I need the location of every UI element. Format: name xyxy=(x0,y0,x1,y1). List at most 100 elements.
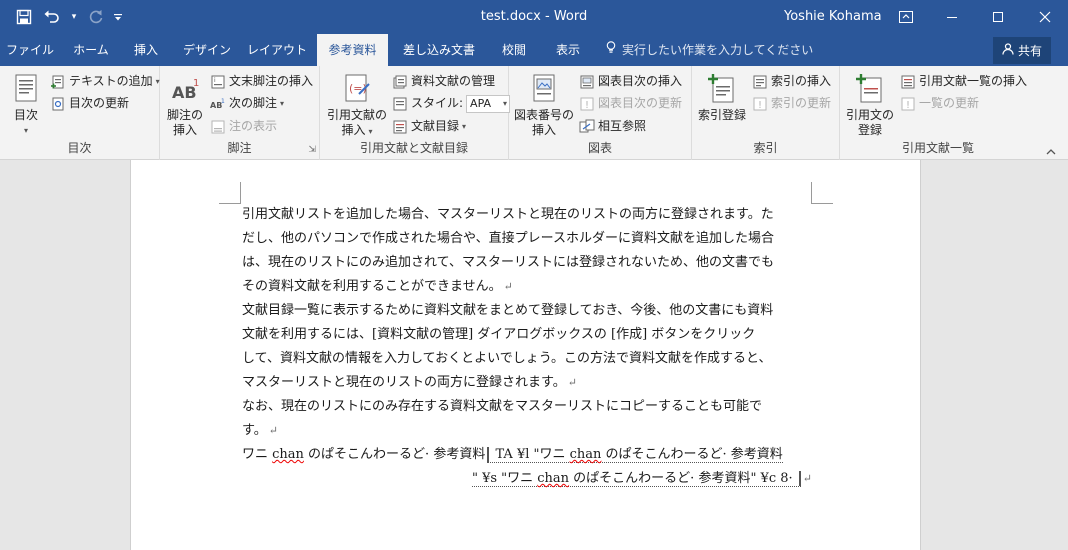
style-label: スタイル: xyxy=(411,96,464,110)
insert-tof-label: 図表目次の挿入 xyxy=(598,74,683,88)
line: 引用文献リストを追加した場合、マスターリストと現在のリストの両方に登録されます。… xyxy=(242,207,774,222)
field-code-text: のぱそこんわーるど· 参考資料 xyxy=(601,447,783,462)
cross-reference-button[interactable]: 相互参照 xyxy=(579,116,646,137)
line-text: マスターリストと現在のリストの両方に登録されます。 xyxy=(242,375,566,390)
group-footnotes-label: 脚注 xyxy=(227,141,252,155)
group-toc: 目次 ▾ テキストの追加 ▾ 目次の更新 目次 xyxy=(0,66,160,160)
chevron-down-icon: ▾ xyxy=(280,99,285,108)
add-text-button[interactable]: テキストの追加 ▾ xyxy=(50,71,160,92)
style-dropdown[interactable]: APA ▾ xyxy=(466,94,511,113)
cross-reference-label: 相互参照 xyxy=(598,119,647,133)
paragraph-2: 文献目録一覧に表示するために資料文献をまとめて登録しておき、今後、他の文書にも資… xyxy=(242,299,812,395)
tab-design[interactable]: デザイン xyxy=(176,34,238,66)
title-bar: ▾ test.docx - Word Yoshie Kohama xyxy=(0,0,1068,34)
toc-button[interactable]: 目次 ▾ xyxy=(6,72,46,138)
bibliography-icon xyxy=(392,119,408,135)
tab-layout[interactable]: レイアウト xyxy=(244,34,310,66)
mark-entry-icon xyxy=(706,72,738,106)
document-body[interactable]: 引用文献リストを追加した場合、マスターリストと現在のリストの両方に登録されます。… xyxy=(242,203,812,491)
collapse-ribbon-icon[interactable] xyxy=(1046,146,1056,159)
insert-footnote-button[interactable]: AB 1 脚注の 挿入 xyxy=(164,72,206,138)
field-text: のぱそこんわーるど· 参考資料 xyxy=(303,447,486,462)
user-name[interactable]: Yoshie Kohama xyxy=(784,9,882,24)
close-icon[interactable] xyxy=(1022,0,1068,34)
update-table-button[interactable]: ! 図表目次の更新 xyxy=(579,93,682,114)
lightbulb-icon xyxy=(606,34,616,66)
line: 文献を利用するには、[資料文献の管理] ダイアログボックスの [作成] ボタンを… xyxy=(242,327,756,342)
share-button[interactable]: 共有 xyxy=(993,37,1051,64)
bibliography-button[interactable]: 文献目録 ▾ xyxy=(392,116,466,137)
insert-index-button[interactable]: 索引の挿入 xyxy=(752,71,831,92)
tab-references[interactable]: 参考資料 xyxy=(317,34,388,66)
update-toc-button[interactable]: 目次の更新 xyxy=(50,93,129,114)
paragraph-3: なお、現在のリストにのみ存在する資料文献をマスターリストにコピーすることも可能で… xyxy=(242,395,812,443)
tab-review[interactable]: 校閲 xyxy=(490,34,538,66)
insert-citation-label-2-text: 挿入 xyxy=(341,123,366,137)
undo-dropdown-icon[interactable]: ▾ xyxy=(66,6,82,28)
mark-citation-button[interactable]: 引用文の 登録 xyxy=(844,72,896,138)
group-captions: 図表番号の 挿入 図表目次の挿入 ! 図表目次の更新 相互参照 図表 xyxy=(509,66,692,160)
insert-index-label: 索引の挿入 xyxy=(771,74,832,88)
mark-entry-label: 索引登録 xyxy=(697,108,746,122)
spelling-flag-text: chan xyxy=(537,471,570,486)
svg-text:1: 1 xyxy=(193,78,199,89)
tab-insert[interactable]: 挿入 xyxy=(122,34,170,66)
update-toa-label: 一覧の更新 xyxy=(919,96,980,110)
svg-text:!: ! xyxy=(585,100,589,111)
insert-endnote-button[interactable]: i 文末脚注の挿入 xyxy=(210,71,313,92)
ta-field-paragraph-cont: " ¥s "ワニ chan のぱそこんわーるど· 参考資料" ¥c 8· ↵ xyxy=(242,467,812,491)
tell-me-box[interactable]: 実行したい作業を入力してください xyxy=(606,34,813,66)
tab-mailings[interactable]: 差し込み文書 xyxy=(394,34,484,66)
tab-file[interactable]: ファイル xyxy=(0,34,60,66)
ta-field-code[interactable]: TA ¥l "ワニ chan のぱそこんわーるど· 参考資料 xyxy=(487,447,783,463)
insert-caption-label-1: 図表番号の xyxy=(513,108,574,122)
insert-toa-label: 引用文献一覧の挿入 xyxy=(919,74,1028,88)
ta-field-code-cont[interactable]: " ¥s "ワニ chan のぱそこんわーるど· 参考資料" ¥c 8· xyxy=(471,471,801,487)
document-page[interactable]: 引用文献リストを追加した場合、マスターリストと現在のリストの両方に登録されます。… xyxy=(130,160,921,550)
tab-home[interactable]: ホーム xyxy=(64,34,118,66)
field-code-text: TA ¥l "ワニ xyxy=(491,447,570,462)
update-index-button[interactable]: ! 索引の更新 xyxy=(752,93,831,114)
manage-sources-icon xyxy=(392,74,408,90)
person-icon xyxy=(1002,43,1014,58)
toc-icon xyxy=(10,72,42,106)
update-index-label: 索引の更新 xyxy=(771,96,832,110)
maximize-icon[interactable] xyxy=(975,0,1021,34)
show-notes-button[interactable]: 注の表示 xyxy=(210,116,277,137)
minimize-icon[interactable] xyxy=(929,0,975,34)
update-table-icon: ! xyxy=(579,96,595,112)
line: だし、他のパソコンで作成された場合や、直接プレースホルダーに資料文献を追加した場… xyxy=(242,231,774,246)
next-footnote-icon: AB 1 xyxy=(210,96,226,112)
customize-qat-icon[interactable] xyxy=(110,6,126,28)
manage-sources-button[interactable]: 資料文献の管理 xyxy=(392,71,495,92)
insert-index-icon xyxy=(752,74,768,90)
undo-icon[interactable] xyxy=(38,6,66,28)
insert-tof-button[interactable]: 図表目次の挿入 xyxy=(579,71,682,92)
mark-entry-button[interactable]: 索引登録 xyxy=(696,72,748,123)
insert-caption-label-2: 挿入 xyxy=(531,123,556,137)
insert-toa-icon xyxy=(900,74,916,90)
save-icon[interactable] xyxy=(10,6,38,28)
update-toc-label: 目次の更新 xyxy=(69,96,130,110)
style-select[interactable]: スタイル: APA ▾ xyxy=(392,93,511,114)
insert-citation-button[interactable]: (=) 引用文献の 挿入 ▾ xyxy=(326,72,388,139)
spelling-flag-text: chan xyxy=(272,447,304,462)
ribbon-display-options-icon[interactable] xyxy=(883,0,929,34)
insert-caption-button[interactable]: 図表番号の 挿入 xyxy=(513,72,575,138)
redo-icon[interactable] xyxy=(82,6,110,28)
ribbon: 目次 ▾ テキストの追加 ▾ 目次の更新 目次 AB 1 脚注の 挿入 i 文末脚注… xyxy=(0,66,1068,160)
group-toa: 引用文の 登録 引用文献一覧の挿入 ! 一覧の更新 引用文献一覧 xyxy=(840,66,1036,160)
update-toa-button[interactable]: ! 一覧の更新 xyxy=(900,93,979,114)
field-text: ワニ xyxy=(242,447,273,462)
quick-access-toolbar: ▾ xyxy=(10,6,126,28)
style-value: APA xyxy=(470,96,492,110)
insert-caption-icon xyxy=(528,72,560,106)
line: マスターリストと現在のリストの両方に登録されます。 ↵ xyxy=(242,371,812,395)
group-captions-label: 図表 xyxy=(587,141,612,155)
field-code-text: " ¥s "ワニ xyxy=(471,471,538,486)
add-text-icon xyxy=(50,74,66,90)
tab-view[interactable]: 表示 xyxy=(544,34,592,66)
insert-toa-button[interactable]: 引用文献一覧の挿入 xyxy=(900,71,1027,92)
next-footnote-button[interactable]: AB 1 次の脚注 ▾ xyxy=(210,93,284,114)
line: して、資料文献の情報を入力しておくとよいでしょう。この方法で資料文献を作成すると… xyxy=(242,351,772,366)
